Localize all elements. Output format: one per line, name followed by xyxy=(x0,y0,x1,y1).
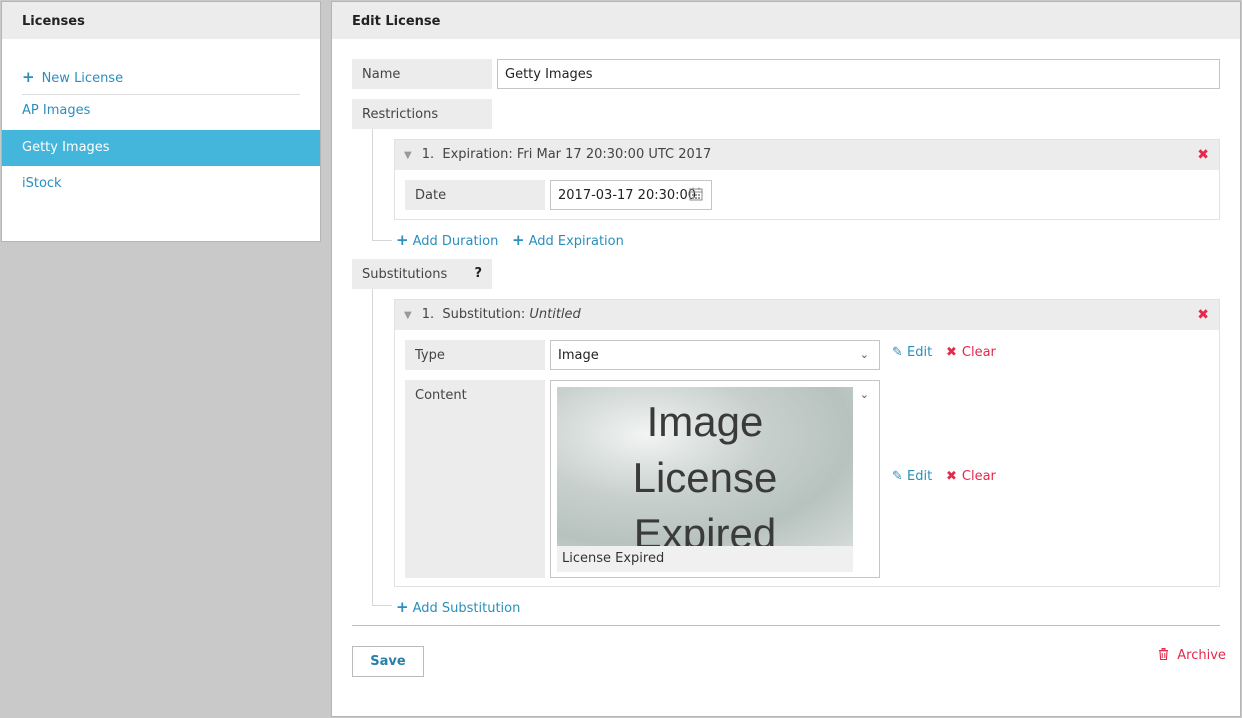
date-value: 2017-03-17 20:30:00 xyxy=(558,188,697,203)
license-item-getty-images[interactable]: Getty Images xyxy=(2,130,320,166)
image-preview: Image License Expired xyxy=(557,387,853,546)
restriction-block: ▼ 1. Expiration: Fri Mar 17 20:30:00 UTC … xyxy=(394,139,1220,220)
type-select[interactable]: Image ⌄ xyxy=(550,340,880,370)
licenses-panel: Licenses + New License AP Images Getty Im… xyxy=(1,1,321,242)
add-duration-link[interactable]: + Add Duration xyxy=(396,231,498,249)
name-label: Name xyxy=(352,59,492,89)
clear-type-link[interactable]: ✖ Clear xyxy=(946,345,996,360)
remove-icon[interactable]: ✖ xyxy=(1197,147,1209,163)
trash-icon xyxy=(1158,648,1173,663)
collapse-triangle-icon[interactable]: ▼ xyxy=(404,310,412,321)
content-select[interactable]: Image License Expired License Expired ⌄ xyxy=(550,380,880,578)
preview-line: License xyxy=(632,454,778,501)
tree-line xyxy=(372,289,373,606)
archive-label: Archive xyxy=(1177,648,1226,663)
divider xyxy=(352,625,1220,626)
substitution-title-name: Untitled xyxy=(529,307,581,322)
new-license-label: New License xyxy=(41,71,124,86)
license-item-ap-images[interactable]: AP Images xyxy=(2,93,320,129)
close-icon: ✖ xyxy=(946,345,957,360)
restrictions-label: Restrictions xyxy=(352,99,492,129)
chevron-down-icon: ⌄ xyxy=(859,348,869,361)
substitutions-label-text: Substitutions xyxy=(362,267,448,282)
edit-type-link[interactable]: ✎ Edit xyxy=(892,345,932,360)
substitutions-label: Substitutions ? xyxy=(352,259,492,289)
clear-label: Clear xyxy=(961,345,996,360)
date-input[interactable]: 2017-03-17 20:30:00 xyxy=(550,180,712,210)
close-icon: ✖ xyxy=(946,469,957,484)
preview-line: Expired xyxy=(633,510,777,547)
tree-line xyxy=(372,240,392,241)
tree-line xyxy=(372,605,392,606)
add-expiration-label: Add Expiration xyxy=(528,234,624,249)
type-label: Type xyxy=(405,340,545,370)
license-item-istock[interactable]: iStock xyxy=(2,166,320,202)
type-value: Image xyxy=(558,348,599,363)
edit-license-title: Edit License xyxy=(332,2,1240,39)
edit-license-panel: Edit License Name Getty Images Restricti… xyxy=(331,1,1241,717)
add-expiration-link[interactable]: + Add Expiration xyxy=(512,231,624,249)
add-duration-label: Add Duration xyxy=(412,234,499,249)
plus-icon: + xyxy=(396,231,409,249)
chevron-down-icon[interactable]: ⌄ xyxy=(860,388,869,401)
restriction-title: Expiration: Fri Mar 17 20:30:00 UTC 2017 xyxy=(442,147,712,162)
licenses-panel-title: Licenses xyxy=(2,2,320,39)
pencil-icon: ✎ xyxy=(892,469,903,484)
restriction-header[interactable]: ▼ 1. Expiration: Fri Mar 17 20:30:00 UTC … xyxy=(395,140,1219,170)
pencil-icon: ✎ xyxy=(892,345,903,360)
save-button[interactable]: Save xyxy=(352,646,424,677)
name-input[interactable]: Getty Images xyxy=(497,59,1220,89)
edit-content-link[interactable]: ✎ Edit xyxy=(892,469,932,484)
calendar-icon[interactable] xyxy=(689,187,703,205)
plus-icon: + xyxy=(396,598,409,616)
restriction-index: 1. xyxy=(421,147,435,162)
edit-label: Edit xyxy=(907,469,933,484)
clear-label: Clear xyxy=(961,469,996,484)
plus-icon: + xyxy=(22,68,35,86)
edit-label: Edit xyxy=(907,345,933,360)
substitution-block: ▼ 1. Substitution: Untitled ✖ Type Image … xyxy=(394,299,1220,587)
help-icon[interactable]: ? xyxy=(474,266,482,281)
add-substitution-link[interactable]: + Add Substitution xyxy=(396,598,520,616)
substitution-header[interactable]: ▼ 1. Substitution: Untitled ✖ xyxy=(395,300,1219,330)
plus-icon: + xyxy=(512,231,525,249)
image-caption: License Expired xyxy=(557,546,853,572)
date-label: Date xyxy=(405,180,545,210)
archive-link[interactable]: Archive xyxy=(1158,648,1226,663)
new-license-link[interactable]: + New License xyxy=(22,68,123,86)
preview-line: Image xyxy=(646,398,764,445)
add-substitution-label: Add Substitution xyxy=(412,601,521,616)
content-label: Content xyxy=(405,380,545,578)
remove-icon[interactable]: ✖ xyxy=(1197,307,1209,323)
tree-line xyxy=(372,129,373,241)
substitution-title-prefix: Substitution: xyxy=(442,307,526,322)
substitution-index: 1. xyxy=(421,307,435,322)
clear-content-link[interactable]: ✖ Clear xyxy=(946,469,996,484)
collapse-triangle-icon[interactable]: ▼ xyxy=(404,150,412,161)
